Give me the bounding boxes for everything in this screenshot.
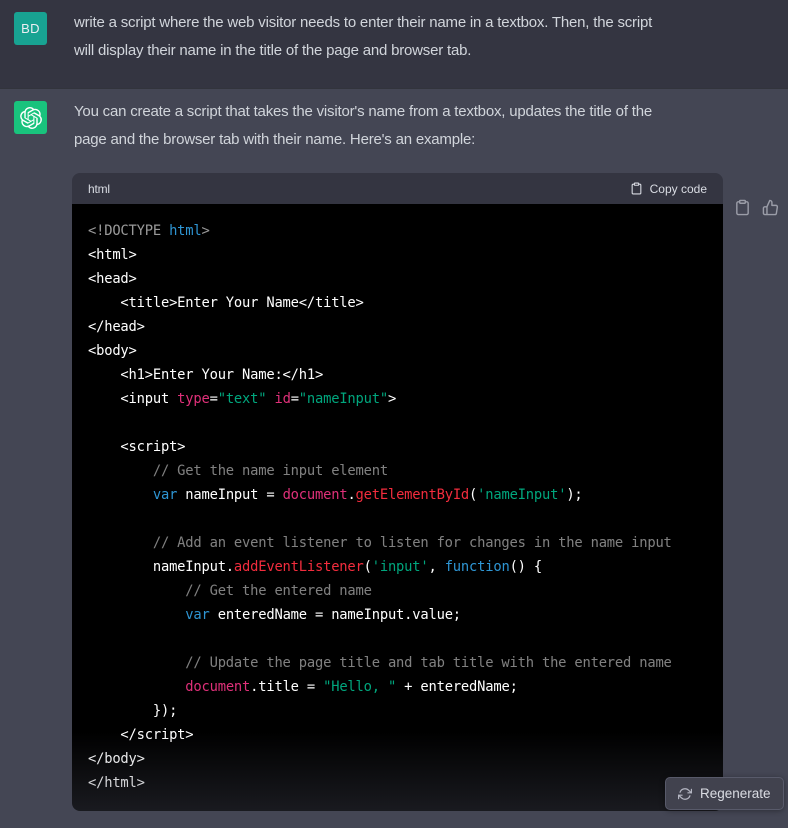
code-language-label: html xyxy=(88,181,110,196)
clipboard-icon xyxy=(736,199,749,216)
regenerate-icon xyxy=(678,787,692,800)
code-line: <title>Enter Your Name</title> xyxy=(88,295,364,311)
code-line: <script> xyxy=(88,439,186,455)
code-line: nameInput.addEventListener('input', func… xyxy=(88,559,542,575)
code-content: <!DOCTYPE html> <html> <head> <title>Enter… xyxy=(72,204,723,811)
code-line: // Get the name input element xyxy=(88,463,388,479)
code-line: document.title = "Hello, " + enteredName… xyxy=(185,679,518,695)
thumbs-up-button[interactable] xyxy=(762,199,779,216)
copy-response-button[interactable] xyxy=(734,199,751,216)
assistant-avatar xyxy=(14,101,47,134)
assistant-message-text: You can create a script that takes the v… xyxy=(74,103,652,120)
code-line: <body> xyxy=(88,343,137,359)
code-line: }); xyxy=(88,703,178,719)
copy-code-button[interactable]: Copy code xyxy=(630,182,707,196)
regenerate-button[interactable]: Regenerate xyxy=(665,777,784,810)
code-block: html Copy code <!DOCTYPE html> <html> <hea… xyxy=(72,173,723,811)
message-actions xyxy=(734,199,779,216)
code-line: var nameInput = document.getElementById(… xyxy=(152,487,583,503)
thumbs-up-icon xyxy=(762,199,779,216)
assistant-message: You can create a script that takes the v… xyxy=(72,98,723,811)
code-block-header: html Copy code xyxy=(72,173,723,204)
user-avatar-initials: BD xyxy=(21,21,40,36)
code-line: // Get the entered name xyxy=(88,583,372,599)
code-line: <input type="text" id="nameInput"> xyxy=(88,391,397,407)
code-line: <html> xyxy=(88,247,137,263)
user-message: write a script where the web visitor nee… xyxy=(74,9,652,65)
code-line: // Update the page title and tab title w… xyxy=(88,655,672,671)
code-line: // Add an event listener to listen for c… xyxy=(88,535,672,551)
code-line: </html> xyxy=(88,775,145,791)
user-avatar: BD xyxy=(14,12,47,45)
assistant-message-row: You can create a script that takes the v… xyxy=(0,88,788,828)
code-line: var enteredName = nameInput.value; xyxy=(185,607,461,623)
code-line: <!DOCTYPE html> xyxy=(88,223,210,239)
openai-logo-icon xyxy=(19,106,42,129)
user-message-row: BD write a script where the web visitor … xyxy=(0,0,788,88)
code-line: </body> xyxy=(88,751,145,767)
copy-code-label: Copy code xyxy=(649,181,707,196)
code-line: </head> xyxy=(88,319,145,335)
code-line: <head> xyxy=(88,271,137,287)
chat-window: BD write a script where the web visitor … xyxy=(0,0,788,828)
user-message-text: will display their name in the title of … xyxy=(74,42,472,59)
assistant-message-text: page and the browser tab with their name… xyxy=(74,131,476,148)
regenerate-label: Regenerate xyxy=(700,786,771,801)
code-line: <h1>Enter Your Name:</h1> xyxy=(88,367,324,383)
user-message-text: write a script where the web visitor nee… xyxy=(74,14,653,31)
clipboard-icon xyxy=(631,182,641,195)
code-line: </script> xyxy=(88,727,194,743)
